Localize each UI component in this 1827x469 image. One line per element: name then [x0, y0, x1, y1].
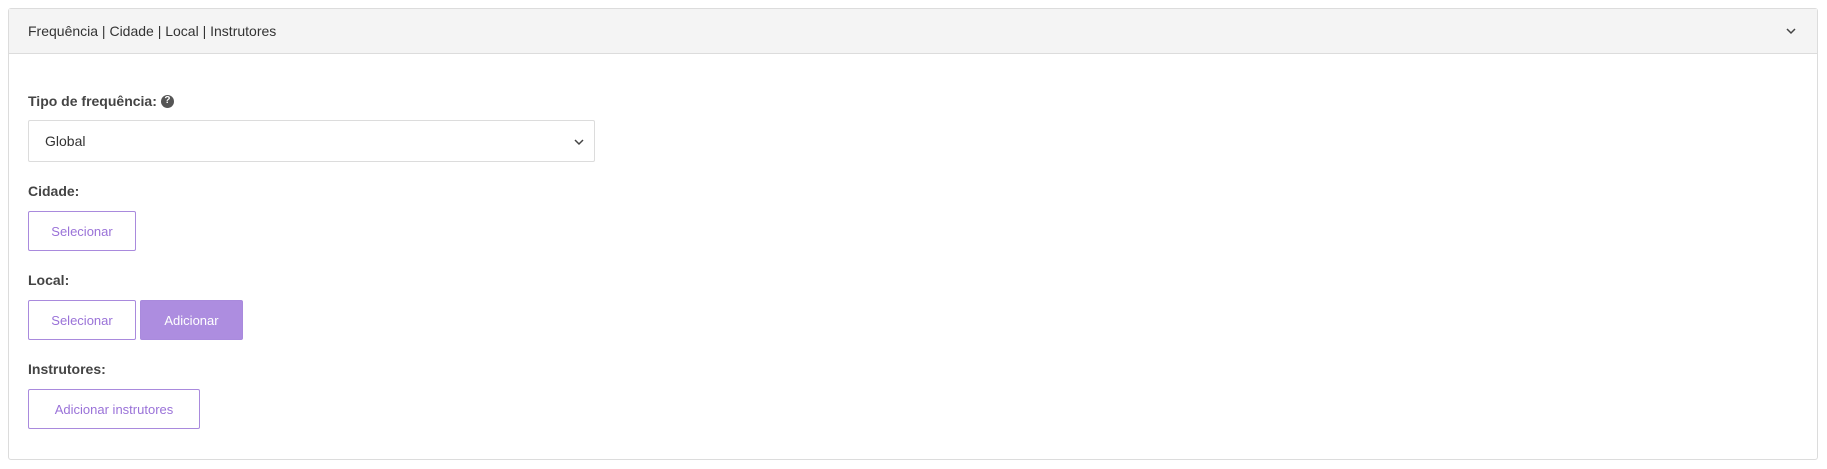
- instructors-label: Instrutores:: [28, 361, 106, 377]
- collapsible-panel: Frequência | Cidade | Local | Instrutore…: [8, 8, 1818, 460]
- location-label: Local:: [28, 272, 70, 288]
- city-label: Cidade:: [28, 183, 80, 199]
- city-group: Cidade: Selecionar: [28, 182, 1798, 251]
- chevron-down-icon: [574, 133, 584, 149]
- frequency-type-label: Tipo de frequência: ?: [28, 92, 1798, 110]
- city-select-button[interactable]: Selecionar: [28, 211, 136, 251]
- question-circle-icon[interactable]: ?: [160, 94, 174, 108]
- frequency-type-selected-value: Global: [45, 133, 86, 149]
- add-instructors-button[interactable]: Adicionar instrutores: [28, 389, 200, 429]
- chevron-down-icon[interactable]: [1784, 24, 1798, 38]
- frequency-type-label-text: Tipo de frequência:: [28, 93, 157, 109]
- panel-body: Tipo de frequência: ? Global Cidade: Sel…: [9, 54, 1817, 429]
- panel-title: Frequência | Cidade | Local | Instrutore…: [28, 23, 277, 39]
- location-group: Local: Selecionar Adicionar: [28, 271, 1798, 340]
- frequency-type-select[interactable]: Global: [28, 120, 595, 162]
- panel-header[interactable]: Frequência | Cidade | Local | Instrutore…: [9, 9, 1817, 54]
- location-add-button[interactable]: Adicionar: [140, 300, 243, 340]
- instructors-group: Instrutores: Adicionar instrutores: [28, 360, 1798, 429]
- location-select-button[interactable]: Selecionar: [28, 300, 136, 340]
